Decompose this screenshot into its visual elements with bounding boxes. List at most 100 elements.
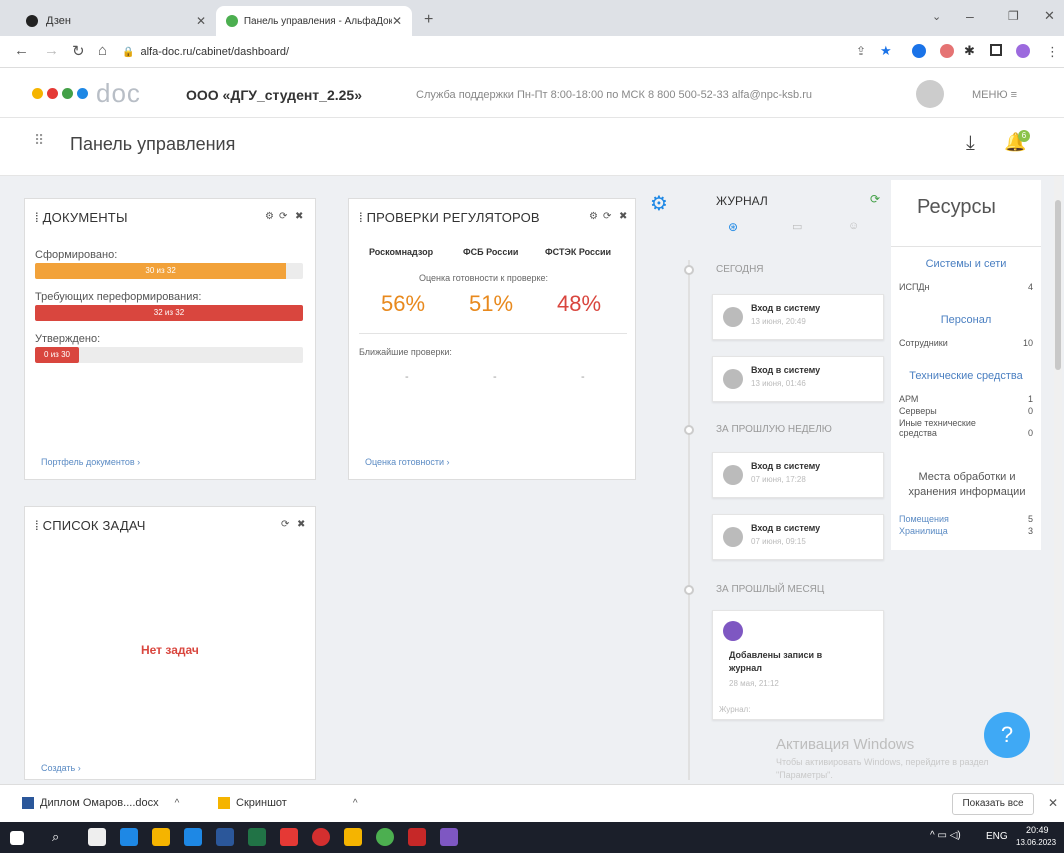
extension-o-icon[interactable] (912, 44, 926, 58)
org-fstek: ФСТЭК России (545, 247, 612, 257)
resource-row[interactable]: Иные технические средства 0 (899, 418, 1033, 438)
excel-icon[interactable] (248, 828, 266, 846)
resource-row[interactable]: Сотрудники 10 (899, 338, 1033, 348)
systems-heading[interactable]: Системы и сети (891, 258, 1041, 270)
store-icon[interactable] (184, 828, 202, 846)
grid-icon[interactable]: ⠿ (34, 132, 44, 149)
puzzle-icon[interactable]: ✱ (964, 43, 975, 59)
journal-entry[interactable]: Добавлены записи в журнал 28 мая, 21:12 … (712, 610, 884, 720)
tray-icons[interactable]: ^ ▭ ◁) (930, 830, 961, 841)
chevron-up-icon[interactable]: ^ (353, 798, 358, 809)
places-heading[interactable]: Места обработки и хранения информации (897, 470, 1037, 500)
download-item[interactable]: Диплом Омаров....docx ^ (22, 797, 179, 809)
language-indicator[interactable]: ENG (986, 831, 1008, 842)
chevron-down-icon[interactable]: ⌄ (932, 10, 941, 23)
avatar[interactable] (916, 80, 944, 108)
close-icon[interactable]: ✕ (196, 14, 206, 28)
entry-title: Вход в систему (751, 303, 821, 313)
clock-time[interactable]: 20:49 (1026, 825, 1049, 835)
share-icon[interactable]: ⇪ (856, 44, 866, 58)
journal-entry[interactable]: Вход в систему 07 июня, 17:28 (712, 452, 884, 498)
refresh-icon[interactable]: ⟳ (281, 519, 289, 530)
company-name[interactable]: ООО «ДГУ_студент_2.25» (186, 87, 362, 103)
journal-entry[interactable]: Вход в систему 13 июня, 01:46 (712, 356, 884, 402)
chevron-up-icon[interactable]: ^ (175, 798, 180, 809)
gear-icon[interactable]: ⚙ (650, 191, 668, 216)
clock-date[interactable]: 13.06.2023 (1016, 838, 1056, 847)
app-icon[interactable] (440, 828, 458, 846)
edge-icon[interactable] (120, 828, 138, 846)
profile-avatar[interactable] (1016, 44, 1030, 58)
tab-dashboard[interactable]: Панель управления - АльфаДок ✕ (216, 6, 412, 36)
journal-entry[interactable]: Вход в систему 07 июня, 09:15 (712, 514, 884, 560)
resource-row[interactable]: Помещения 5 (899, 514, 1033, 524)
tab-dzen[interactable]: Дзен ✕ (16, 6, 216, 36)
org-rkn: Роскомнадзор (369, 247, 434, 257)
star-icon[interactable]: ★ (880, 43, 892, 59)
refresh-icon[interactable]: ⟳ (603, 211, 611, 222)
login-icon (723, 465, 743, 485)
close-icon[interactable]: ✕ (1048, 796, 1058, 810)
resource-row[interactable]: АРМ 1 (899, 394, 1033, 404)
tech-heading[interactable]: Технические средства (891, 370, 1041, 382)
forward-icon[interactable]: → (44, 42, 59, 59)
opera-icon[interactable] (312, 828, 330, 846)
refresh-icon[interactable]: ⟳ (870, 192, 880, 206)
readiness-link[interactable]: Оценка готовности › (365, 457, 450, 467)
monitor-icon[interactable]: ▭ (792, 220, 802, 233)
rkn-percent: 56% (381, 291, 426, 316)
logo-dot-blue (77, 88, 88, 99)
close-icon[interactable]: ✕ (392, 14, 402, 28)
more-vert-icon[interactable]: ⋮ (1046, 44, 1059, 60)
scrollbar[interactable] (1054, 176, 1062, 782)
help-button[interactable]: ? (984, 712, 1030, 758)
download-icon[interactable]: ⤓ (966, 132, 975, 155)
back-icon[interactable]: ← (14, 42, 29, 59)
close-icon[interactable]: ✖ (619, 211, 627, 222)
menu-button[interactable]: МЕНЮ ≡ (972, 89, 1017, 101)
documents-portfolio-link[interactable]: Портфель документов › (41, 457, 140, 467)
windows-taskbar: ⌕ ^ ▭ ◁) ENG 20:49 13.06.2023 (0, 822, 1064, 853)
close-icon[interactable]: ✖ (295, 211, 303, 222)
close-icon[interactable]: ✖ (297, 519, 305, 530)
refresh-icon[interactable]: ⟳ (279, 211, 287, 222)
resource-row[interactable]: Хранилища 3 (899, 526, 1033, 536)
logo-text[interactable]: doc (96, 78, 141, 109)
tasks-widget: ⁞ СПИСОК ЗАДАЧ ⟳ ✖ Нет задач Создать › (24, 506, 316, 780)
notification-badge: 6 (1018, 130, 1030, 142)
windows-start-icon[interactable] (10, 831, 24, 845)
close-window-button[interactable]: ✕ (1044, 8, 1055, 24)
chrome-icon[interactable] (376, 828, 394, 846)
user-icon[interactable]: ☺ (848, 220, 859, 232)
extension-icon[interactable] (940, 44, 954, 58)
folder-icon[interactable] (344, 828, 362, 846)
reform-label: Требующих переформирования: (35, 291, 202, 303)
taskbar-app-icon[interactable] (88, 828, 106, 846)
scrollbar-thumb[interactable] (1055, 200, 1061, 370)
word-icon[interactable] (216, 828, 234, 846)
download-filename: Скриншот (236, 797, 287, 809)
restore-button[interactable]: ❐ (1008, 9, 1019, 23)
minimize-button[interactable]: – (966, 8, 974, 24)
search-icon[interactable]: ⌕ (52, 829, 59, 845)
new-tab-button[interactable]: + (424, 11, 433, 29)
gear-icon[interactable]: ⚙ (589, 211, 598, 222)
resource-row[interactable]: ИСПДн 4 (899, 282, 1033, 292)
show-all-button[interactable]: Показать все (952, 793, 1034, 815)
yandex-icon[interactable] (280, 828, 298, 846)
gear-icon[interactable]: ⚙ (265, 211, 274, 222)
home-icon[interactable]: ⌂ (98, 42, 107, 59)
reload-icon[interactable]: ↻ (72, 42, 85, 60)
create-task-link[interactable]: Создать › (41, 763, 81, 773)
sidebar-icon[interactable] (990, 44, 1002, 56)
pdf-icon[interactable] (408, 828, 426, 846)
explorer-icon[interactable] (152, 828, 170, 846)
download-item[interactable]: Скриншот ^ (218, 797, 358, 809)
history-icon[interactable]: ⊛ (728, 220, 738, 234)
resource-row[interactable]: Серверы 0 (899, 406, 1033, 416)
journal-entry[interactable]: Вход в систему 13 июня, 20:49 (712, 294, 884, 340)
logo-dot-yellow (32, 88, 43, 99)
url-field[interactable]: 🔒 alfa-doc.ru/cabinet/dashboard/ (122, 41, 902, 63)
word-file-icon (22, 797, 34, 809)
personnel-heading[interactable]: Персонал (891, 314, 1041, 326)
